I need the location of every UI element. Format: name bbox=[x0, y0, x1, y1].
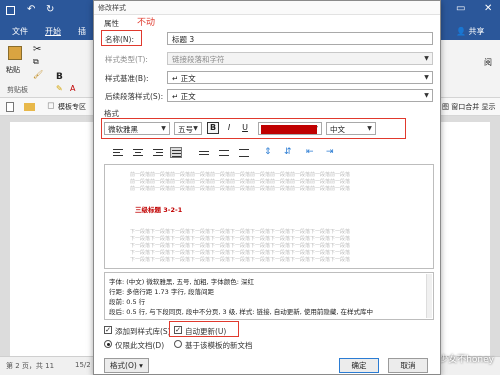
script-select[interactable]: 中文 ▼ bbox=[326, 122, 376, 135]
description-line: 段前: 0.5 行 bbox=[109, 298, 146, 306]
underline-button[interactable]: U bbox=[239, 122, 251, 134]
auto-update-checkbox[interactable]: ✓ bbox=[174, 326, 182, 334]
scissors-icon[interactable]: ✂ bbox=[33, 44, 41, 55]
modify-style-dialog: 修改样式 属性 不动 名称(N): 标题 3 样式类型(T): 链接段落和字符 … bbox=[93, 0, 441, 375]
word-count[interactable]: 15/2 bbox=[75, 361, 91, 369]
italic-button[interactable]: I bbox=[223, 122, 235, 134]
folder-icon[interactable] bbox=[24, 103, 35, 111]
format-painter-icon[interactable]: 🖌 bbox=[33, 70, 43, 79]
chevron-down-icon[interactable]: ▼ bbox=[159, 124, 168, 133]
chevron-down-icon[interactable]: ▼ bbox=[191, 124, 200, 133]
new-documents-template-radio[interactable] bbox=[174, 340, 182, 348]
line-spacing-single-icon[interactable] bbox=[198, 147, 210, 158]
page-indicator[interactable]: 第 2 页，共 11 bbox=[6, 361, 54, 371]
preview-after-line: 下一段落下一段落下一段落下一段落下一段落下一段落下一段落下一段落下一段落下一段落… bbox=[130, 236, 351, 242]
description-scrollbar[interactable] bbox=[426, 274, 432, 318]
increase-indent-icon[interactable]: ⇥ bbox=[326, 147, 338, 158]
based-on-value: ↵ 正文 bbox=[172, 74, 196, 83]
line-spacing-double-icon[interactable] bbox=[238, 147, 250, 158]
paste-label[interactable]: 粘贴 bbox=[6, 65, 20, 75]
font-color-swatch bbox=[261, 125, 317, 134]
chevron-down-icon[interactable]: ▼ bbox=[422, 73, 431, 82]
chevron-down-icon[interactable]: ▼ bbox=[365, 124, 374, 133]
align-right-icon[interactable] bbox=[152, 147, 164, 158]
add-to-gallery-label[interactable]: 添加到样式库(S) bbox=[115, 326, 171, 337]
font-size-select[interactable]: 五号 ▼ bbox=[174, 122, 202, 135]
preview-before-line: 前一段落前一段落前一段落前一段落前一段落前一段落前一段落前一段落前一段落前一段落… bbox=[130, 172, 351, 178]
new-documents-template-label[interactable]: 基于该模板的新文档 bbox=[185, 340, 253, 351]
bold-icon[interactable]: B bbox=[56, 72, 63, 82]
following-style-value: ↵ 正文 bbox=[172, 92, 196, 101]
dialog-title: 修改样式 bbox=[98, 4, 126, 12]
add-to-gallery-checkbox[interactable]: ✓ bbox=[104, 326, 112, 334]
preview-heading: 三级标题 3-2-1 bbox=[135, 206, 183, 214]
highlight-icon[interactable]: ✎ bbox=[56, 84, 63, 93]
decrease-indent-icon[interactable]: ⇤ bbox=[306, 147, 318, 158]
chevron-down-icon: ▼ bbox=[424, 55, 429, 62]
annotation-text: 不动 bbox=[137, 18, 156, 28]
paragraph-format-toolbar: ⇕ ⇵ ⇤ ⇥ bbox=[104, 147, 434, 161]
justify-icon[interactable] bbox=[170, 147, 182, 158]
file-icon[interactable] bbox=[6, 102, 14, 112]
description-line: 字体: (中文) 微软雅黑, 五号, 加粗, 字体颜色: 深红 bbox=[109, 278, 255, 286]
auto-update-label[interactable]: 自动更新(U) bbox=[185, 326, 226, 337]
style-preview: 前一段落前一段落前一段落前一段落前一段落前一段落前一段落前一段落前一段落前一段落… bbox=[104, 164, 434, 269]
styles-label: 阅 bbox=[484, 58, 492, 67]
space-before-icon[interactable]: ⇕ bbox=[264, 147, 276, 158]
template-icon[interactable]: ◻ bbox=[47, 101, 54, 111]
name-input[interactable]: 标题 3 bbox=[167, 32, 433, 45]
tab-insert[interactable]: 插 bbox=[78, 26, 86, 37]
style-type-value: 链接段落和字符 bbox=[172, 55, 225, 64]
window-controls[interactable]: ▭ bbox=[456, 3, 465, 14]
font-color-icon[interactable]: A bbox=[70, 84, 75, 93]
align-center-icon[interactable] bbox=[132, 147, 144, 158]
tab-home[interactable]: 开始 bbox=[45, 26, 61, 37]
based-on-select[interactable]: ↵ 正文 ▼ bbox=[167, 71, 433, 84]
following-style-select[interactable]: ↵ 正文 ▼ bbox=[167, 89, 433, 102]
font-name-select[interactable]: 微软雅黑 ▼ bbox=[104, 122, 170, 135]
copy-icon[interactable]: ⧉ bbox=[33, 57, 39, 67]
view-options-label[interactable]: 图 窗口合并 显示 bbox=[442, 102, 495, 112]
redo-icon[interactable]: ↻ bbox=[46, 4, 54, 15]
preview-after-line: 下一段落下一段落下一段落下一段落下一段落下一段落下一段落下一段落下一段落下一段落… bbox=[130, 257, 351, 263]
chevron-down-icon[interactable]: ▼ bbox=[422, 91, 431, 100]
style-type-label: 样式类型(T): bbox=[105, 55, 148, 64]
paste-icon[interactable] bbox=[8, 46, 22, 60]
only-this-document-label[interactable]: 仅限此文档(D) bbox=[115, 340, 164, 351]
style-type-select: 链接段落和字符 ▼ bbox=[167, 52, 433, 65]
template-zone-label[interactable]: 模板专区 bbox=[58, 102, 86, 112]
tab-file[interactable]: 文件 bbox=[12, 26, 28, 37]
dialog-title-bar: 修改样式 bbox=[94, 1, 440, 15]
share-button[interactable]: 👤 共享 bbox=[456, 26, 485, 37]
space-after-icon[interactable]: ⇵ bbox=[284, 147, 296, 158]
style-description: 字体: (中文) 微软雅黑, 五号, 加粗, 字体颜色: 深红 行距: 多倍行距… bbox=[104, 272, 434, 320]
description-line: 行距: 多倍行距 1.73 字行, 段落间距 bbox=[109, 288, 214, 296]
preview-after-line: 下一段落下一段落下一段落下一段落下一段落下一段落下一段落下一段落下一段落下一段落… bbox=[130, 250, 351, 256]
name-label-highlight bbox=[101, 30, 142, 46]
script-value: 中文 bbox=[330, 125, 345, 134]
clipboard-label: 剪贴板 bbox=[7, 86, 28, 94]
format-button[interactable]: 格式(O) ▾ bbox=[104, 358, 149, 373]
undo-icon[interactable]: ↶ bbox=[27, 4, 35, 15]
following-style-label: 后续段落样式(S): bbox=[105, 92, 164, 101]
preview-before-line: 前一段落前一段落前一段落前一段落前一段落前一段落前一段落前一段落前一段落前一段落… bbox=[130, 179, 351, 185]
line-spacing-1-5-icon[interactable] bbox=[218, 147, 230, 158]
only-this-document-radio[interactable] bbox=[104, 340, 112, 348]
cancel-button[interactable]: 取消 bbox=[388, 358, 428, 373]
font-name-value: 微软雅黑 bbox=[108, 125, 138, 134]
description-line: 段后: 0.5 行, 与下段同页, 段中不分页, 3 级, 样式: 链接, 自动… bbox=[109, 308, 374, 316]
based-on-label: 样式基准(B): bbox=[105, 74, 149, 83]
preview-after-line: 下一段落下一段落下一段落下一段落下一段落下一段落下一段落下一段落下一段落下一段落… bbox=[130, 229, 351, 235]
preview-before-line: 前一段落前一段落前一段落前一段落前一段落前一段落前一段落前一段落前一段落前一段落… bbox=[130, 186, 351, 192]
preview-after-line: 下一段落下一段落下一段落下一段落下一段落下一段落下一段落下一段落下一段落下一段落… bbox=[130, 243, 351, 249]
align-left-icon[interactable] bbox=[112, 147, 124, 158]
ok-button[interactable]: 确定 bbox=[339, 358, 379, 373]
close-icon[interactable]: ✕ bbox=[484, 3, 492, 14]
properties-header: 属性 bbox=[104, 19, 119, 28]
save-icon[interactable] bbox=[6, 6, 15, 15]
bold-button[interactable]: B bbox=[207, 122, 219, 134]
